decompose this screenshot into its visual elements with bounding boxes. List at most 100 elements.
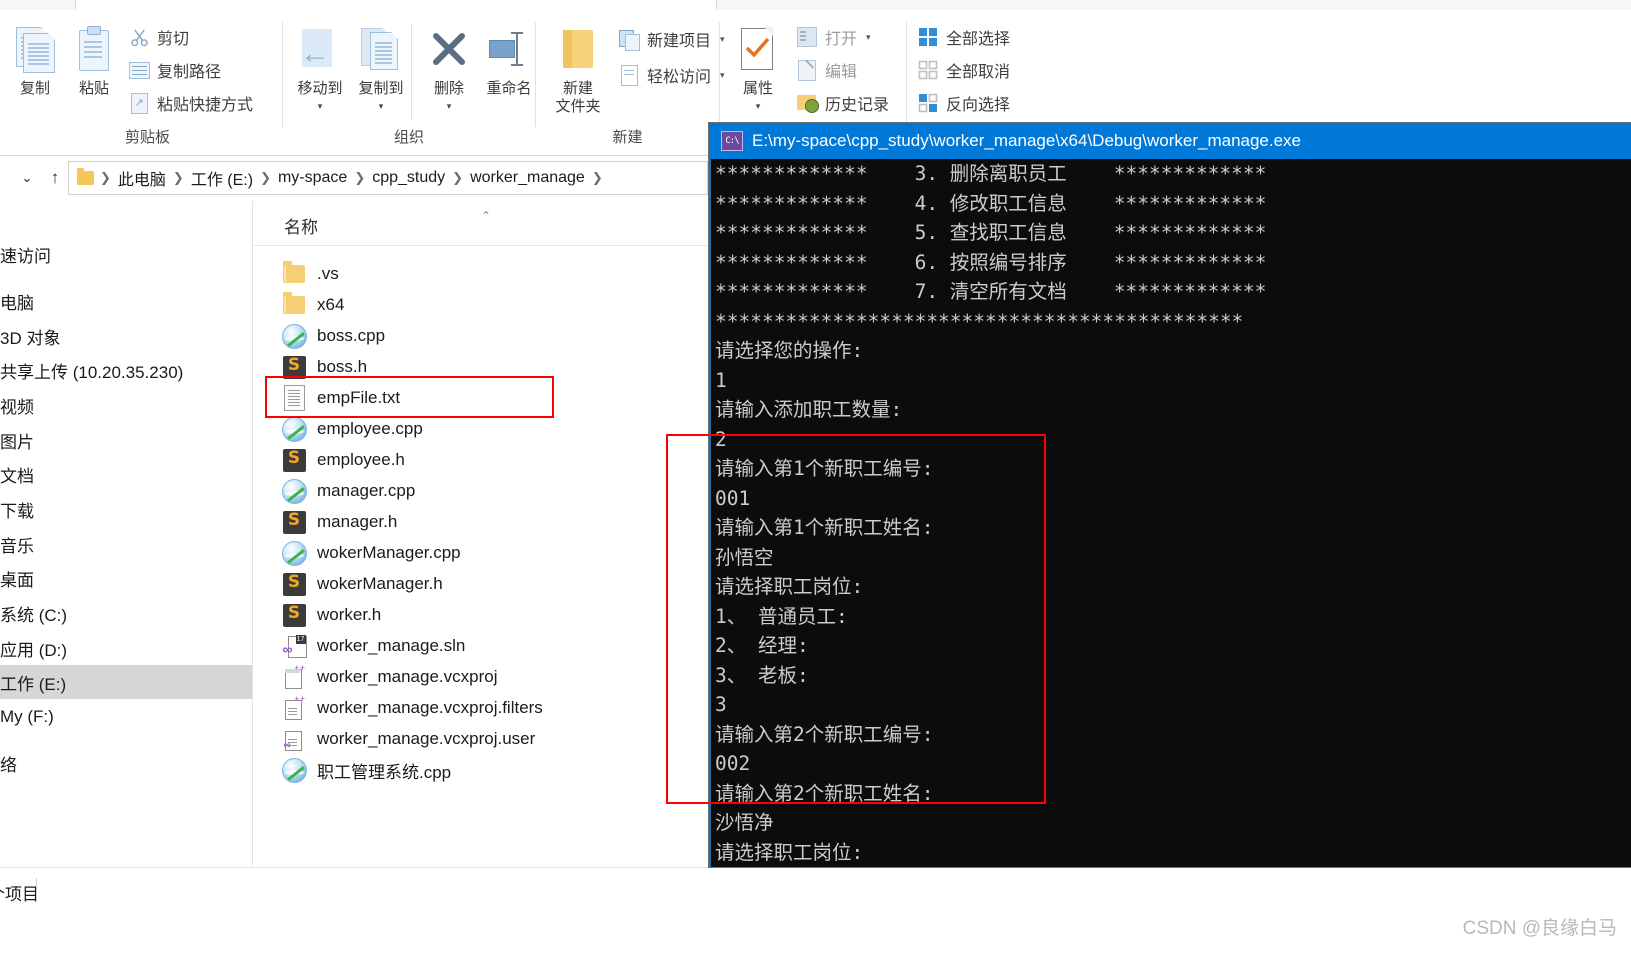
console-line-11: 001: [715, 486, 751, 510]
breadcrumb-item-0[interactable]: 此电脑: [114, 164, 170, 192]
properties-button[interactable]: 属性 ▾: [726, 18, 790, 111]
new-folder-label: 新建: [562, 80, 593, 97]
nav-item-label: 图片: [0, 432, 34, 452]
nav-item-label: 文档: [0, 466, 34, 486]
new-item-icon: [618, 28, 640, 51]
nav-item-7[interactable]: 下载: [0, 492, 252, 526]
copy-to-button[interactable]: 复制到 ▾: [349, 18, 413, 111]
console-line-9: 2: [715, 427, 727, 451]
vcxproj-user-icon: ∞: [281, 727, 307, 751]
header-file-icon: [281, 572, 307, 596]
breadcrumb-sep: ❯: [452, 170, 464, 185]
nav-item-10[interactable]: 系统 (C:): [0, 596, 252, 630]
paste-shortcut-button[interactable]: ↗ 粘贴快捷方式: [128, 88, 253, 118]
cpp-source-icon: [281, 323, 307, 349]
paste-button[interactable]: 粘贴: [62, 18, 126, 98]
file-name: wokerManager.cpp: [317, 543, 461, 562]
nav-item-label: 共享上传 (10.20.35.230): [0, 362, 184, 382]
ribbon-group-new: 新建 文件夹 新建项目 ▾ 轻松访问 ▾ 新建: [536, 10, 725, 155]
copy-button[interactable]: 复制: [3, 18, 67, 98]
breadcrumb-sep: ❯: [591, 170, 603, 185]
console-line-21: 请输入第2个新职工姓名:: [715, 781, 934, 805]
delete-button[interactable]: 删除 ▾: [417, 18, 481, 111]
console-line-16: 2、 经理:: [715, 634, 809, 657]
nav-item-2[interactable]: 3D 对象: [0, 319, 252, 353]
breadcrumb-item-4[interactable]: worker_manage: [466, 167, 589, 189]
nav-item-13[interactable]: My (F:): [0, 700, 252, 734]
console-output[interactable]: ************* 3. 删除离职员工 ************* **…: [709, 159, 1631, 867]
breadcrumb-item-2[interactable]: my-space: [274, 167, 351, 189]
folder-icon: [281, 292, 307, 317]
invert-selection-button[interactable]: 反向选择: [917, 88, 1010, 118]
nav-item-label: 工作 (E:): [0, 674, 67, 694]
nav-item-5[interactable]: 图片: [0, 423, 252, 457]
recent-locations-button[interactable]: ⌄: [14, 165, 40, 191]
nav-item-label: 音乐: [0, 536, 34, 556]
new-item-button[interactable]: 新建项目 ▾: [618, 24, 725, 54]
nav-item-label: 速访问: [0, 246, 51, 266]
nav-item-1[interactable]: 电脑: [0, 284, 252, 318]
open-button[interactable]: 打开 ▾: [796, 22, 871, 52]
sort-ascending-icon[interactable]: ⌃: [481, 209, 491, 223]
properties-icon: [726, 18, 790, 80]
new-folder-button[interactable]: 新建 文件夹: [542, 18, 614, 116]
console-line-18: 3: [715, 693, 727, 716]
nav-item-8[interactable]: 音乐: [0, 527, 252, 561]
nav-item-label: 络: [0, 755, 17, 775]
folder-icon: [281, 261, 307, 286]
select-none-button[interactable]: 全部取消: [917, 55, 1010, 85]
copy-path-button[interactable]: 复制路径: [128, 55, 221, 85]
nav-item-9[interactable]: 桌面: [0, 561, 252, 595]
console-line-4: ************* 7. 清空所有文档 *************: [715, 280, 1267, 303]
console-line-1: ************* 4. 修改职工信息 *************: [715, 191, 1267, 215]
cut-button[interactable]: 剪切: [128, 22, 189, 52]
nav-item-12[interactable]: 工作 (E:): [0, 665, 252, 699]
file-name: 职工管理系统.cpp: [317, 762, 452, 782]
ribbon-group-organize: ← 移动到 ▾ 复制到 ▾ 删除 ▾ 重命名 组织: [283, 10, 535, 155]
details-view-icon[interactable]: [1570, 876, 1594, 900]
nav-item-6[interactable]: 文档: [0, 457, 252, 491]
select-all-button[interactable]: 全部选择: [917, 22, 1010, 52]
nav-item-label: My (F:): [0, 707, 54, 726]
move-to-icon: ←: [288, 18, 352, 80]
edit-button[interactable]: 编辑: [796, 55, 857, 85]
move-to-button[interactable]: ← 移动到 ▾: [288, 18, 352, 111]
column-header-name[interactable]: 名称: [284, 213, 318, 238]
ribbon-active-tab[interactable]: [75, 0, 717, 10]
nav-item-14[interactable]: 络: [0, 746, 252, 780]
console-line-2: ************* 5. 查找职工信息 *************: [715, 221, 1267, 244]
up-button[interactable]: ↑: [42, 165, 68, 191]
solution-file-icon: 17 ∞: [281, 634, 307, 658]
console-line-19: 请输入第2个新职工编号:: [715, 722, 934, 746]
nav-item-4[interactable]: 视频: [0, 388, 252, 422]
copy-label: 复制: [19, 80, 50, 97]
breadcrumb-item-1[interactable]: 工作 (E:): [187, 164, 257, 192]
arrow-up-icon: ↑: [50, 168, 60, 187]
file-name: worker_manage.sln: [317, 636, 466, 655]
open-caret-icon[interactable]: ▾: [866, 32, 871, 43]
easy-access-button[interactable]: 轻松访问 ▾: [618, 60, 725, 90]
nav-item-11[interactable]: 应用 (D:): [0, 631, 252, 665]
select-none-icon: [917, 59, 939, 81]
console-window[interactable]: C:\ E:\my-space\cpp_study\worker_manage\…: [709, 123, 1631, 867]
history-button[interactable]: 历史记录: [796, 88, 889, 118]
console-line-8: 请输入添加职工数量:: [715, 398, 903, 421]
scissors-icon: [128, 26, 150, 48]
file-name: worker_manage.vcxproj: [317, 667, 498, 686]
properties-caret-icon[interactable]: ▾: [756, 101, 761, 112]
copy-to-caret-icon[interactable]: ▾: [379, 101, 384, 112]
paste-shortcut-label: 粘贴快捷方式: [157, 97, 254, 114]
breadcrumb[interactable]: ❯ 此电脑 ❯ 工作 (E:) ❯ my-space ❯ cpp_study ❯…: [68, 161, 708, 195]
console-title-bar[interactable]: C:\ E:\my-space\cpp_study\worker_manage\…: [709, 123, 1631, 159]
header-file-icon: [281, 603, 307, 627]
cut-label: 剪切: [157, 31, 190, 48]
rename-button[interactable]: 重命名: [477, 18, 541, 98]
copy-icon: [3, 18, 67, 80]
breadcrumb-item-3[interactable]: cpp_study: [368, 167, 449, 189]
nav-item-3[interactable]: 共享上传 (10.20.35.230): [0, 353, 252, 387]
delete-caret-icon[interactable]: ▾: [447, 101, 452, 112]
copy-to-icon: [349, 18, 413, 80]
copy-path-icon: [128, 59, 150, 81]
move-to-caret-icon[interactable]: ▾: [318, 101, 323, 112]
nav-item-0[interactable]: 速访问: [0, 237, 252, 271]
